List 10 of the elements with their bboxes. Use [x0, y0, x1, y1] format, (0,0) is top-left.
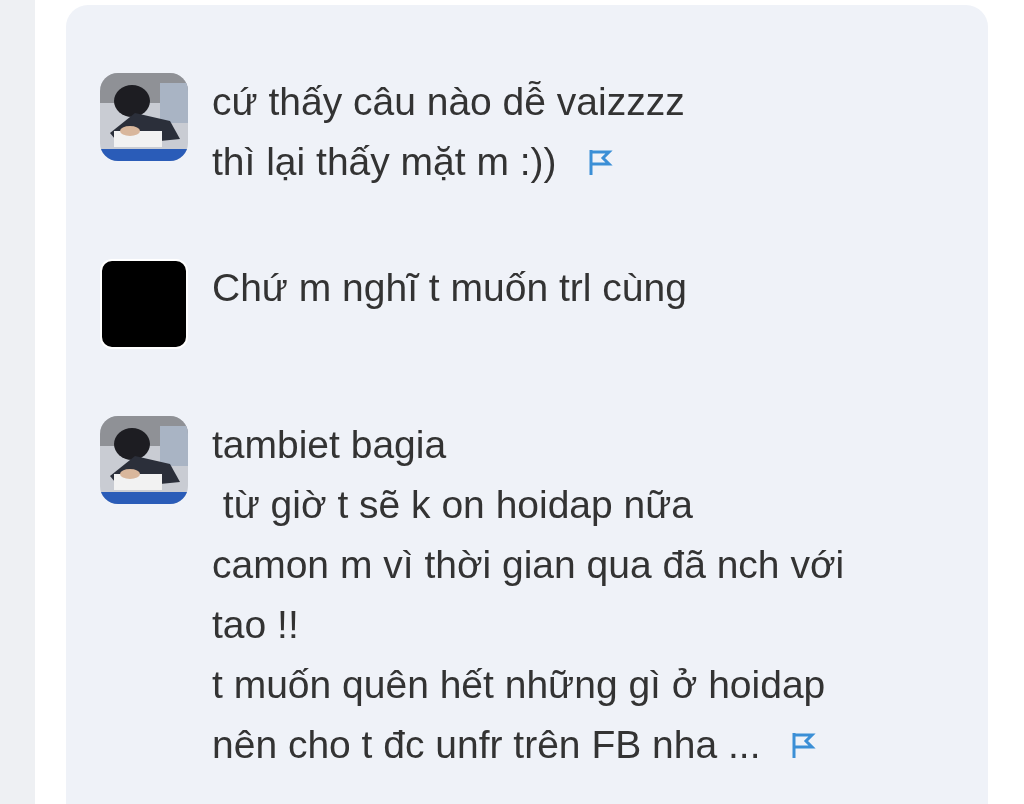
message-text: tao !!	[212, 602, 299, 648]
message-text: nên cho t đc unfr trên FB nha ...	[212, 722, 761, 768]
message-text: thì lại thấy mặt m :))	[212, 139, 557, 185]
message-text: cứ thấy câu nào dễ vaizzzz	[212, 79, 685, 125]
message-text: t muốn quên hết những gì ở hoidap	[212, 662, 826, 708]
message-text: tambiet bagia	[212, 422, 447, 468]
flag-icon[interactable]	[790, 731, 817, 759]
message-text: camon m vì thời gian qua đã nch với	[212, 542, 845, 588]
message-text: Chứ m nghĩ t muốn trl cùng	[212, 265, 687, 311]
message-text: từ giờ t sẽ k on hoidap nữa	[221, 482, 694, 528]
